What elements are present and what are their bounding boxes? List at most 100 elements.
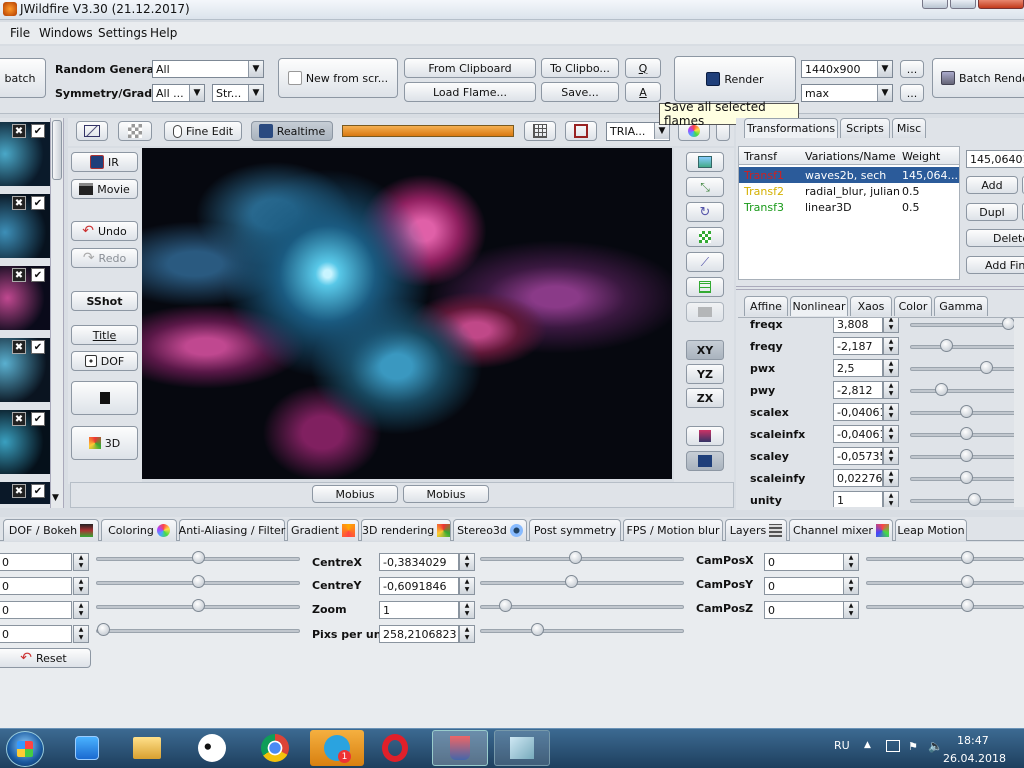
select-checkbox[interactable]: ✔ [31, 412, 45, 426]
stepper[interactable]: ▲ ▼ [883, 469, 899, 487]
gradient-select[interactable]: Str... ▼ [212, 84, 264, 102]
axis-yz-button[interactable]: YZ [686, 364, 724, 384]
menu-help[interactable]: Help [150, 26, 177, 40]
undo-button[interactable]: ↶ Undo [71, 221, 138, 241]
slider-knob[interactable] [192, 599, 205, 612]
stepper[interactable]: ▲ ▼ [883, 359, 899, 377]
move-button[interactable]: ⤡ [686, 177, 724, 197]
render-preview-button[interactable] [686, 451, 724, 471]
slider-knob[interactable] [192, 551, 205, 564]
weight-field[interactable]: 145,064016 [966, 150, 1024, 168]
tab-transformations[interactable]: Transformations [744, 118, 838, 138]
close-icon[interactable]: ✖ [12, 412, 26, 426]
grid-button[interactable] [524, 121, 556, 141]
scale-button[interactable] [686, 227, 724, 247]
add-final-button[interactable]: Add Fina [966, 256, 1024, 274]
volume-icon[interactable]: 🔈 [928, 739, 943, 753]
quality-select[interactable]: max ▼ [801, 84, 893, 102]
title-button[interactable]: Title [71, 325, 138, 345]
param-value-field[interactable]: -0,04061 [833, 403, 883, 421]
maximize-button[interactable] [950, 0, 976, 9]
redo-button[interactable]: ↷ Redo [71, 248, 138, 268]
a-button[interactable]: A [625, 82, 661, 102]
grid-transform-button[interactable] [686, 277, 724, 297]
param-value-field[interactable]: -2,187 [833, 337, 883, 355]
random-generator-select[interactable]: All ▼ [152, 60, 264, 78]
realtime-button[interactable]: Realtime [251, 121, 333, 141]
image-button[interactable] [686, 152, 724, 172]
tab-misc[interactable]: Misc [892, 118, 926, 138]
param-value-field[interactable]: -0,05735 [833, 447, 883, 465]
slider-knob[interactable] [192, 575, 205, 588]
close-button[interactable] [978, 0, 1024, 9]
slider-track[interactable] [910, 499, 1022, 503]
clock-date[interactable]: 26.04.2018 [943, 752, 1006, 765]
select-checkbox[interactable]: ✔ [31, 196, 45, 210]
close-icon[interactable]: ✖ [12, 340, 26, 354]
scroll-thumb[interactable] [52, 120, 62, 180]
slider-knob[interactable] [960, 471, 973, 484]
mobius-button-1[interactable]: Mobius [312, 485, 398, 503]
campos-x-field[interactable]: 0 [764, 553, 844, 571]
campos-z-field[interactable]: 0 [764, 601, 844, 619]
render-button[interactable]: Render [674, 56, 796, 102]
slider-knob[interactable] [565, 575, 578, 588]
dof-button[interactable]: DOF [71, 351, 138, 371]
from-clipboard-button[interactable]: From Clipboard [404, 58, 536, 78]
select-checkbox[interactable]: ✔ [31, 340, 45, 354]
taskbar-app-notes[interactable] [494, 730, 550, 766]
preview-image-button[interactable] [686, 426, 724, 446]
transparency-button[interactable] [118, 121, 152, 141]
stepper[interactable]: ▲ ▼ [73, 601, 89, 619]
slider-knob[interactable] [960, 405, 973, 418]
stepper[interactable]: ▲ ▼ [883, 425, 899, 443]
slider-knob[interactable] [940, 339, 953, 352]
ir-button[interactable]: IR [71, 152, 138, 172]
movie-button[interactable]: Movie [71, 179, 138, 199]
param-value-field[interactable]: -2,812 [833, 381, 883, 399]
param-value-field[interactable]: -0,04061 [833, 425, 883, 443]
fine-edit-button[interactable]: Fine Edit [164, 121, 242, 141]
bottom-tab-stereo3d[interactable]: Stereo3d [453, 519, 527, 541]
zoom-field[interactable]: 1 [379, 601, 459, 619]
save-button[interactable]: Save... [541, 82, 619, 102]
slider-track[interactable] [910, 367, 1022, 371]
stepper[interactable]: ▲ ▼ [883, 491, 899, 507]
add-transform-button[interactable]: Add [966, 176, 1018, 194]
batch-button[interactable]: batch [0, 58, 46, 98]
tab-gamma[interactable]: Gamma [934, 296, 988, 316]
left-value-field-3[interactable]: 0 [0, 601, 72, 619]
slider-knob[interactable] [961, 551, 974, 564]
table-row[interactable]: Transf1 waves2b, sech 145,064... [739, 167, 959, 183]
slider-knob[interactable] [968, 493, 981, 506]
taskbar-opera[interactable] [370, 730, 420, 766]
centre-y-field[interactable]: -0,6091846 [379, 577, 459, 595]
thumbnail-scrollbar[interactable]: ▼ [50, 118, 63, 508]
stepper[interactable]: ▲ ▼ [883, 337, 899, 355]
stepper[interactable]: ▲ ▼ [883, 403, 899, 421]
bottom-tab-gradient[interactable]: Gradient [287, 519, 359, 541]
batch-render-button[interactable]: Batch Rende [932, 58, 1024, 98]
tab-color[interactable]: Color [894, 296, 932, 316]
stepper[interactable]: ▲ ▼ [843, 577, 859, 595]
bottom-tab-anti-aliasing-filter[interactable]: Anti-Aliasing / Filter [179, 519, 285, 541]
splitter[interactable] [736, 286, 1024, 290]
slider-track[interactable] [910, 389, 1022, 393]
slider-track[interactable] [866, 581, 1024, 585]
close-icon[interactable]: ✖ [12, 196, 26, 210]
taskbar-explorer[interactable] [122, 730, 172, 766]
menu-windows[interactable]: Windows [39, 26, 93, 40]
slider-knob[interactable] [97, 623, 110, 636]
tab-xaos[interactable]: Xaos [850, 296, 892, 316]
stepper[interactable]: ▲ ▼ [459, 577, 475, 595]
three-d-button[interactable]: 3D [71, 426, 138, 460]
q-button[interactable]: Q [625, 58, 661, 78]
campos-y-field[interactable]: 0 [764, 577, 844, 595]
edge-button[interactable]: ⟋ [686, 252, 724, 272]
new-from-script-button[interactable]: New from scr... [278, 58, 398, 98]
left-value-field-4[interactable]: 0 [0, 625, 72, 643]
slider-knob[interactable] [499, 599, 512, 612]
axis-xy-button[interactable]: XY [686, 340, 724, 360]
resolution-select[interactable]: 1440x900 ▼ [801, 60, 893, 78]
slider-knob[interactable] [980, 361, 993, 374]
